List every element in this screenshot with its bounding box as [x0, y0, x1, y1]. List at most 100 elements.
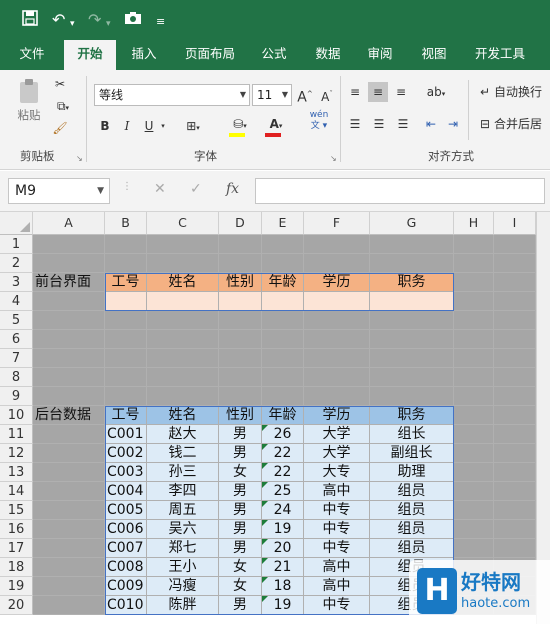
- cell[interactable]: [105, 368, 147, 387]
- paste-button[interactable]: 粘贴: [12, 78, 46, 134]
- data-cell[interactable]: 赵大: [147, 425, 219, 444]
- customize-icon[interactable]: ≡: [156, 12, 165, 32]
- cell[interactable]: [454, 235, 494, 254]
- data-cell[interactable]: C010: [105, 596, 147, 615]
- cell[interactable]: [105, 349, 147, 368]
- cell[interactable]: [105, 235, 147, 254]
- cell[interactable]: [494, 444, 536, 463]
- underline-dropdown-icon[interactable]: ▾: [158, 116, 168, 136]
- row-header[interactable]: 15: [0, 501, 33, 520]
- row-header[interactable]: 13: [0, 463, 33, 482]
- column-header[interactable]: H: [454, 212, 494, 235]
- cell[interactable]: [33, 425, 105, 444]
- data-cell[interactable]: C009: [105, 577, 147, 596]
- cell[interactable]: [370, 254, 454, 273]
- row-header[interactable]: 20: [0, 596, 33, 615]
- data-cell[interactable]: 周五: [147, 501, 219, 520]
- front-entry-cell[interactable]: [370, 292, 454, 311]
- cell[interactable]: [219, 349, 262, 368]
- front-entry-cell[interactable]: [219, 292, 262, 311]
- cell[interactable]: [370, 330, 454, 349]
- cell[interactable]: [33, 482, 105, 501]
- cut-icon[interactable]: ✂: [50, 74, 70, 94]
- data-cell[interactable]: 女: [219, 558, 262, 577]
- data-cell[interactable]: 大学: [304, 425, 370, 444]
- data-cell[interactable]: 男: [219, 501, 262, 520]
- row-header[interactable]: 2: [0, 254, 33, 273]
- phonetic-icon[interactable]: wén 文 ▾: [302, 110, 336, 132]
- data-cell[interactable]: 高中: [304, 577, 370, 596]
- tab-view[interactable]: 视图: [412, 40, 456, 70]
- cell[interactable]: [33, 235, 105, 254]
- data-cell[interactable]: C002: [105, 444, 147, 463]
- cell[interactable]: [454, 368, 494, 387]
- data-cell[interactable]: 22: [262, 444, 304, 463]
- data-cell[interactable]: 21: [262, 558, 304, 577]
- back-header-cell[interactable]: 姓名: [147, 406, 219, 425]
- wrap-text-button[interactable]: 自动换行: [494, 82, 550, 102]
- data-cell[interactable]: 中专: [304, 596, 370, 615]
- cell[interactable]: [454, 330, 494, 349]
- data-cell[interactable]: C003: [105, 463, 147, 482]
- cell[interactable]: [105, 254, 147, 273]
- cell[interactable]: [454, 387, 494, 406]
- row-header[interactable]: 16: [0, 520, 33, 539]
- data-cell[interactable]: 20: [262, 539, 304, 558]
- cell[interactable]: [494, 235, 536, 254]
- cell[interactable]: [454, 292, 494, 311]
- data-cell[interactable]: C008: [105, 558, 147, 577]
- decrease-indent-icon[interactable]: ⇤: [422, 114, 440, 134]
- cell[interactable]: [33, 539, 105, 558]
- cell[interactable]: [33, 330, 105, 349]
- tab-data[interactable]: 数据: [306, 40, 350, 70]
- border-icon[interactable]: ⊞▾: [178, 116, 208, 138]
- cell[interactable]: [147, 330, 219, 349]
- data-cell[interactable]: 钱二: [147, 444, 219, 463]
- back-header-cell[interactable]: 年龄: [262, 406, 304, 425]
- bold-button[interactable]: B: [98, 116, 112, 136]
- data-cell[interactable]: 吴六: [147, 520, 219, 539]
- cell[interactable]: [304, 254, 370, 273]
- undo-icon[interactable]: ↶: [52, 10, 65, 30]
- data-cell[interactable]: 郑七: [147, 539, 219, 558]
- data-cell[interactable]: 中专: [304, 520, 370, 539]
- grow-font-icon[interactable]: A^: [296, 84, 314, 108]
- insert-function-icon[interactable]: fx: [226, 181, 239, 197]
- cell[interactable]: [147, 311, 219, 330]
- data-cell[interactable]: 男: [219, 539, 262, 558]
- cell[interactable]: [262, 330, 304, 349]
- align-middle-icon[interactable]: ≡: [368, 82, 388, 102]
- font-launcher-icon[interactable]: ↘: [330, 154, 337, 163]
- data-cell[interactable]: C007: [105, 539, 147, 558]
- cell[interactable]: [33, 463, 105, 482]
- back-header-cell[interactable]: 工号: [105, 406, 147, 425]
- cell[interactable]: [105, 387, 147, 406]
- tab-insert[interactable]: 插入: [122, 40, 166, 70]
- data-cell[interactable]: C005: [105, 501, 147, 520]
- cell[interactable]: [219, 311, 262, 330]
- redo-dropdown-icon[interactable]: ▾: [106, 14, 111, 34]
- data-cell[interactable]: C004: [105, 482, 147, 501]
- data-cell[interactable]: 组员: [370, 501, 454, 520]
- cell[interactable]: [147, 387, 219, 406]
- cell[interactable]: [33, 520, 105, 539]
- merge-center-icon[interactable]: ⊟: [476, 114, 494, 134]
- cell[interactable]: [33, 577, 105, 596]
- cell[interactable]: [494, 520, 536, 539]
- cell[interactable]: [33, 444, 105, 463]
- cell[interactable]: [262, 387, 304, 406]
- row-header[interactable]: 14: [0, 482, 33, 501]
- data-cell[interactable]: 25: [262, 482, 304, 501]
- cell[interactable]: [494, 254, 536, 273]
- save-icon[interactable]: [22, 10, 38, 31]
- cell[interactable]: [33, 558, 105, 577]
- tab-developer[interactable]: 开发工具: [468, 40, 532, 70]
- cell[interactable]: [494, 539, 536, 558]
- cell[interactable]: [370, 235, 454, 254]
- data-cell[interactable]: 王小: [147, 558, 219, 577]
- cell[interactable]: [33, 349, 105, 368]
- fill-color-icon[interactable]: ⛁▾: [226, 114, 254, 137]
- row-header[interactable]: 12: [0, 444, 33, 463]
- cell[interactable]: [105, 330, 147, 349]
- data-cell[interactable]: 组长: [370, 425, 454, 444]
